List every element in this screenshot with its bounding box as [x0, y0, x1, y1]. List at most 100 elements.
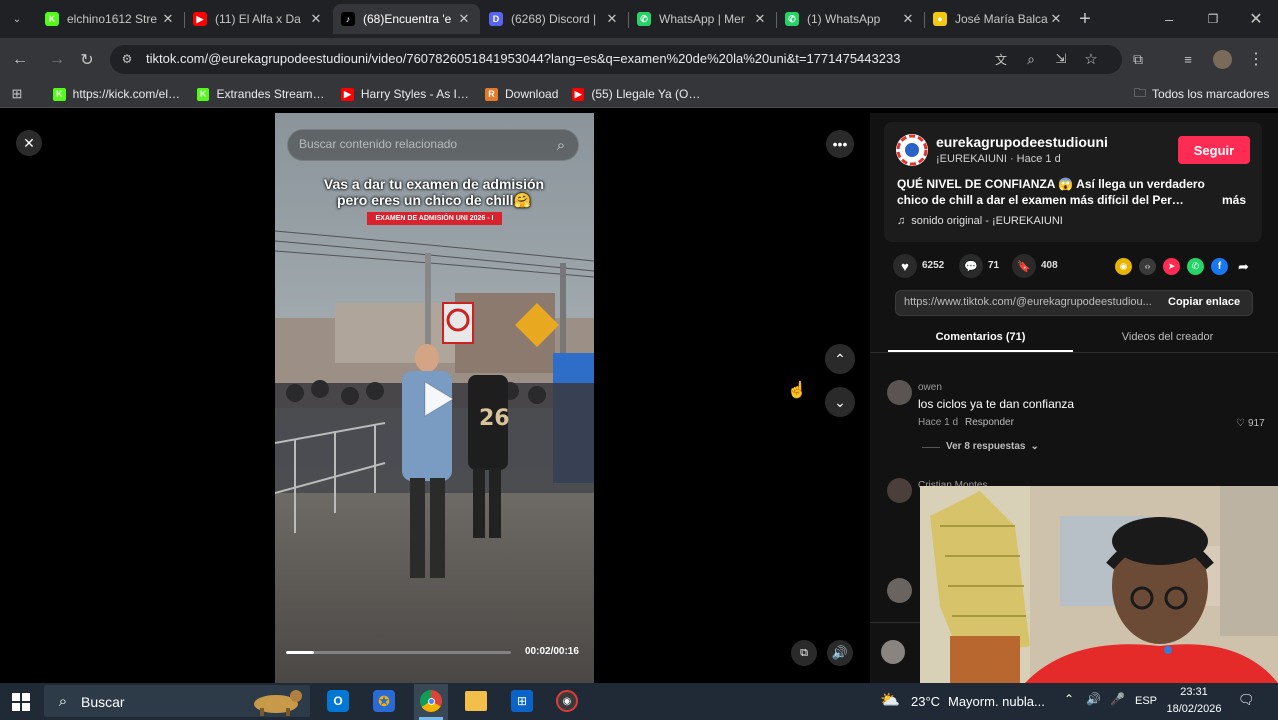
- search-icon[interactable]: ⌕: [552, 136, 570, 154]
- obs-icon[interactable]: ◉: [556, 690, 578, 712]
- notifications-icon[interactable]: 🗨: [1238, 692, 1255, 708]
- weather-icon[interactable]: ⛅: [880, 690, 906, 710]
- forward-icon[interactable]: →: [46, 49, 68, 71]
- restore-icon[interactable]: ❐: [1202, 8, 1224, 30]
- translate-icon[interactable]: 文: [992, 50, 1010, 68]
- comment2-avatar[interactable]: [887, 478, 912, 503]
- like-icon[interactable]: ♥: [893, 254, 917, 278]
- share-more-icon[interactable]: ➦: [1235, 258, 1252, 275]
- comment-author[interactable]: owen: [918, 382, 942, 393]
- install-app-icon[interactable]: ⇲: [1052, 50, 1070, 68]
- site-info-icon[interactable]: ⚙: [118, 50, 136, 68]
- tab-close-icon[interactable]: ✕: [160, 11, 176, 27]
- tab-5[interactable]: ✆ (1) WhatsApp ✕: [777, 4, 924, 34]
- clock-time[interactable]: 23:31: [1164, 686, 1224, 698]
- close-window-icon[interactable]: ✕: [1245, 8, 1267, 30]
- comment-text: los ciclos ya te dan confianza: [918, 397, 1075, 411]
- tab-4[interactable]: ✆ WhatsApp | Mer ✕: [629, 4, 776, 34]
- comment3-avatar[interactable]: [887, 578, 912, 603]
- follow-button[interactable]: Seguir: [1178, 136, 1250, 164]
- medal-app-icon[interactable]: ✪: [373, 690, 395, 712]
- url-text[interactable]: tiktok.com/@eurekagrupodeestudiouni/vide…: [146, 51, 936, 69]
- facebook-share-icon[interactable]: f: [1211, 258, 1228, 275]
- apps-grid-icon[interactable]: ⊞: [8, 85, 26, 103]
- tab-2[interactable]: ♪ (68)Encuentra 'e ✕: [333, 4, 480, 34]
- coin-share-icon[interactable]: ◉: [1115, 258, 1132, 275]
- clock-date[interactable]: 18/02/2026: [1164, 703, 1224, 715]
- close-video-button[interactable]: ✕: [16, 130, 42, 156]
- previous-video-icon[interactable]: ⌃: [825, 344, 855, 374]
- tab-3[interactable]: D (6268) Discord | ✕: [481, 4, 628, 34]
- youtube-icon: ▶: [572, 87, 585, 101]
- file-explorer-icon[interactable]: [465, 691, 487, 711]
- sound-link[interactable]: ♫ sonido original - ¡EUREKAIUNI: [897, 215, 1063, 227]
- bookmark-2[interactable]: ▶ Harry Styles - As It...: [341, 84, 469, 104]
- weather-temp[interactable]: 23°C: [911, 694, 940, 709]
- whatsapp-share-icon[interactable]: ✆: [1187, 258, 1204, 275]
- speaker-icon[interactable]: 🔊: [1086, 692, 1102, 708]
- reply-button[interactable]: Responder: [965, 417, 1014, 428]
- windows-start-icon[interactable]: [12, 693, 30, 711]
- pip-icon[interactable]: ⧉: [791, 640, 817, 666]
- chrome-menu-icon[interactable]: ⋮: [1247, 50, 1265, 68]
- send-to-friends-icon[interactable]: ➤: [1163, 258, 1180, 275]
- view-replies-button[interactable]: Ver 8 respuestas ⌄: [946, 441, 1039, 452]
- bookmark-4[interactable]: ▶ (55) Llegale Ya (Offi...: [572, 84, 702, 104]
- tab-close-icon[interactable]: ✕: [604, 11, 620, 27]
- language-indicator[interactable]: ESP: [1135, 695, 1157, 707]
- tab-title: (11) El Alfa x Da: [215, 12, 301, 26]
- tab-close-icon[interactable]: ✕: [456, 11, 472, 27]
- share-url[interactable]: https://www.tiktok.com/@eurekagrupodeest…: [904, 296, 1154, 308]
- creator-username[interactable]: eurekagrupodeestudiouni: [936, 134, 1166, 150]
- tab-close-icon[interactable]: ✕: [308, 11, 324, 27]
- tab-creator-videos[interactable]: Videos del creador: [1075, 331, 1260, 343]
- zoom-icon[interactable]: ⌕: [1022, 50, 1040, 68]
- copy-link-button[interactable]: Copiar enlace: [1168, 296, 1248, 308]
- tab-close-icon[interactable]: ✕: [900, 11, 916, 27]
- video-caption: Vas a dar tu examen de admisión pero ere…: [290, 176, 578, 208]
- save-icon[interactable]: 🔖: [1012, 254, 1036, 278]
- more-link[interactable]: más: [1222, 193, 1252, 207]
- embed-icon[interactable]: ‹›: [1139, 258, 1156, 275]
- new-tab-icon[interactable]: +: [1074, 8, 1096, 30]
- creator-avatar[interactable]: [896, 134, 928, 166]
- bookmark-star-icon[interactable]: ☆: [1082, 50, 1100, 68]
- back-icon[interactable]: ←: [9, 49, 31, 71]
- video-progress-track[interactable]: [286, 651, 511, 654]
- extensions-icon[interactable]: ⧉: [1129, 50, 1147, 68]
- comment-avatar[interactable]: [887, 380, 912, 405]
- minimize-icon[interactable]: –: [1158, 8, 1180, 30]
- tab-close-icon[interactable]: ✕: [1048, 11, 1064, 27]
- volume-icon[interactable]: 🔊: [827, 640, 853, 666]
- site-icon: ●: [933, 12, 947, 26]
- tab-title: (1) WhatsApp: [807, 12, 881, 26]
- outlook-icon[interactable]: O: [327, 690, 349, 712]
- profile-avatar[interactable]: [1213, 50, 1232, 69]
- tab-1[interactable]: ▶ (11) El Alfa x Da ✕: [185, 4, 332, 34]
- all-bookmarks-button[interactable]: 🗀 Todos los marcadores: [1134, 84, 1270, 104]
- bookmark-0[interactable]: Khttps://kick.com/elc...: [53, 84, 181, 104]
- reload-icon[interactable]: ↻: [76, 49, 98, 71]
- comment-icon[interactable]: 💬: [959, 254, 983, 278]
- tab-separator: [924, 12, 925, 28]
- tab-6[interactable]: ● José María Balca ✕: [925, 4, 1072, 34]
- tab-0[interactable]: Kelchino1612 Stre ✕: [37, 4, 184, 34]
- play-icon[interactable]: [413, 376, 459, 422]
- media-controls-icon[interactable]: ≡: [1179, 50, 1197, 68]
- next-video-icon[interactable]: ⌄: [825, 387, 855, 417]
- tab-separator: [628, 12, 629, 28]
- tab-search-icon[interactable]: ⌄: [6, 9, 28, 29]
- kick-icon: K: [197, 87, 210, 101]
- microphone-icon[interactable]: 🎤: [1110, 692, 1125, 708]
- weather-text[interactable]: Mayorm. nubla...: [948, 694, 1046, 709]
- tab-comments[interactable]: Comentarios (71): [888, 331, 1073, 343]
- my-avatar: [881, 640, 905, 664]
- show-hidden-icons-icon[interactable]: ⌃: [1064, 692, 1080, 708]
- bookmark-1[interactable]: K Extrandes Stream -...: [197, 84, 325, 104]
- microsoft-store-icon[interactable]: ⊞: [511, 690, 533, 712]
- bookmark-3[interactable]: R Download: [485, 84, 565, 104]
- youtube-icon: ▶: [341, 87, 354, 101]
- comment-like-button[interactable]: ♡ 917: [1236, 418, 1265, 429]
- tab-close-icon[interactable]: ✕: [752, 11, 768, 27]
- more-options-icon[interactable]: •••: [826, 130, 854, 158]
